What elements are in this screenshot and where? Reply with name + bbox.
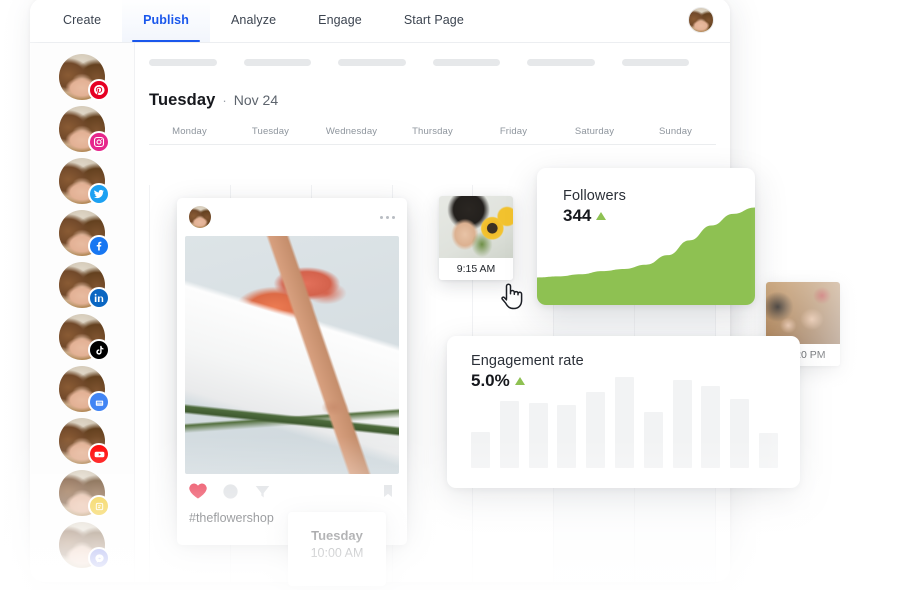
weekday-header-row: Monday Tuesday Wednesday Thursday Friday… — [149, 126, 716, 145]
tooltip-time: 10:00 AM — [310, 546, 364, 560]
channel-google-business[interactable] — [59, 366, 110, 413]
pinterest-icon — [88, 79, 110, 101]
instagram-icon — [88, 131, 110, 153]
engagement-value: 5.0% — [471, 371, 510, 390]
snapchat-icon — [88, 495, 110, 517]
engagement-bar — [758, 433, 778, 468]
channel-pinterest[interactable] — [59, 54, 110, 101]
calendar-date-header: Tuesday · Nov 24 — [135, 66, 730, 110]
bookmark-icon[interactable] — [380, 482, 396, 500]
tab-engage[interactable]: Engage — [297, 0, 383, 42]
channel-facebook[interactable] — [59, 210, 110, 257]
skeleton-bar — [621, 59, 689, 66]
engagement-rate-metric-card[interactable]: Engagement rate 5.0% — [447, 336, 800, 488]
followers-metric-card[interactable]: Followers 344 — [537, 168, 755, 305]
followers-value: 344 — [563, 206, 592, 225]
engagement-card-header: Engagement rate 5.0% — [447, 336, 800, 391]
heart-icon[interactable] — [188, 481, 208, 501]
twitter-icon — [88, 183, 110, 205]
skeleton-bar — [338, 59, 406, 66]
skeleton-bar — [432, 59, 500, 66]
skeleton-placeholder-row — [135, 43, 730, 66]
skeleton-bar — [149, 59, 217, 66]
engagement-title: Engagement rate — [471, 353, 584, 369]
channel-tiktok[interactable] — [59, 314, 110, 361]
thumbnail-time-label: 9:15 AM — [439, 258, 513, 280]
google-business-icon — [88, 391, 110, 413]
engagement-bar — [730, 398, 750, 468]
linkedin-icon — [88, 287, 110, 309]
weekday-tuesday[interactable]: Tuesday — [230, 126, 311, 144]
channel-sidebar — [30, 43, 135, 582]
tooltip-day: Tuesday — [311, 528, 363, 543]
header-separator: · — [222, 93, 227, 108]
followers-title: Followers — [563, 188, 626, 204]
engagement-bar — [643, 412, 663, 468]
flower-bouquet-photo — [185, 236, 399, 474]
selected-date-label: Nov 24 — [233, 92, 279, 108]
engagement-bar — [586, 392, 606, 468]
youtube-icon — [88, 443, 110, 465]
engagement-bar — [471, 431, 490, 468]
channel-snapchat[interactable] — [59, 470, 110, 517]
post-card-header — [177, 198, 407, 236]
tab-create[interactable]: Create — [42, 0, 122, 42]
tab-publish[interactable]: Publish — [122, 0, 210, 42]
weekday-thursday[interactable]: Thursday — [392, 126, 473, 144]
hand-pointer-cursor — [501, 283, 523, 310]
channel-instagram[interactable] — [59, 106, 110, 153]
share-icon[interactable] — [253, 482, 272, 501]
engagement-bar — [672, 379, 692, 468]
post-action-bar — [177, 474, 407, 508]
screenshot-stage: Create Publish Analyze Engage Start Page — [0, 0, 900, 590]
channel-twitter[interactable] — [59, 158, 110, 205]
tab-start-page[interactable]: Start Page — [383, 0, 485, 42]
engagement-bar — [701, 386, 721, 468]
author-avatar — [189, 206, 211, 228]
top-navigation: Create Publish Analyze Engage Start Page — [30, 0, 730, 43]
more-options-icon[interactable] — [380, 215, 395, 219]
channel-messenger[interactable] — [59, 522, 110, 569]
woman-with-sunflower-photo — [439, 196, 513, 258]
scheduled-post-thumbnail-morning[interactable]: 9:15 AM — [439, 196, 513, 280]
account-avatar[interactable] — [688, 7, 714, 33]
comment-icon[interactable] — [221, 482, 240, 501]
tab-analyze[interactable]: Analyze — [210, 0, 297, 42]
tiktok-icon — [88, 339, 110, 361]
weekday-sunday[interactable]: Sunday — [635, 126, 716, 144]
engagement-bar — [557, 404, 577, 468]
engagement-bar — [499, 400, 519, 468]
weekday-wednesday[interactable]: Wednesday — [311, 126, 392, 144]
facebook-icon — [88, 235, 110, 257]
channel-youtube[interactable] — [59, 418, 110, 465]
hands-flowers-photo — [766, 282, 840, 344]
schedule-time-tooltip: Tuesday 10:00 AM — [288, 512, 386, 586]
skeleton-bar — [243, 59, 311, 66]
triangle-up-icon — [514, 377, 525, 385]
selected-day-label: Tuesday — [149, 91, 216, 109]
followers-card-header: Followers 344 — [537, 168, 755, 226]
channel-linkedin[interactable] — [59, 262, 110, 309]
weekday-monday[interactable]: Monday — [149, 126, 230, 144]
messenger-icon — [88, 547, 110, 569]
engagement-value-row: 5.0% — [471, 371, 800, 391]
triangle-up-icon — [596, 212, 607, 220]
weekday-friday[interactable]: Friday — [473, 126, 554, 144]
weekday-saturday[interactable]: Saturday — [554, 126, 635, 144]
engagement-bar — [528, 402, 548, 468]
post-preview-card[interactable]: #theflowershop — [177, 198, 407, 545]
followers-value-row: 344 — [563, 206, 755, 226]
skeleton-bar — [527, 59, 595, 66]
